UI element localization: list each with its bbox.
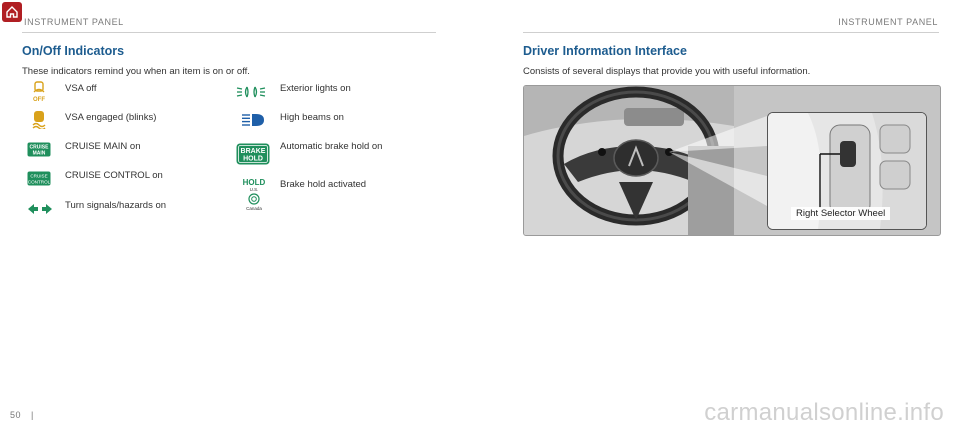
page-number-value: 50 <box>10 410 22 420</box>
exterior-lights-icon <box>236 84 266 100</box>
svg-text:MAIN: MAIN <box>33 151 46 157</box>
right-selector-wheel-callout: Right Selector Wheel <box>791 207 891 220</box>
svg-text:CONTROL: CONTROL <box>28 180 51 185</box>
indicator-label-turn-signals: Turn signals/hazards on <box>65 200 167 211</box>
indicator-label-hold-activated: Brake hold activated <box>280 179 367 190</box>
home-icon <box>6 6 18 18</box>
header-divider-right <box>523 32 939 33</box>
on-off-indicators-subtitle: These indicators remind you when an item… <box>22 66 250 77</box>
svg-text:Canada: Canada <box>246 206 262 211</box>
turn-signal-icon <box>27 203 53 215</box>
on-off-indicators-title: On/Off Indicators <box>22 44 125 58</box>
svg-text:OFF: OFF <box>33 97 45 103</box>
svg-text:U.S.: U.S. <box>250 187 259 192</box>
page-number: 50 | <box>10 410 34 420</box>
header-divider-left <box>22 32 436 33</box>
section-header-left: INSTRUMENT PANEL <box>24 17 124 27</box>
vsa-off-icon: OFF <box>30 81 48 103</box>
home-button[interactable] <box>2 2 22 22</box>
svg-text:HOLD: HOLD <box>243 156 263 163</box>
page-number-separator: | <box>31 410 34 420</box>
indicator-label-cruise-main: CRUISE MAIN on <box>65 141 141 152</box>
vsa-engaged-icon <box>30 109 48 129</box>
indicator-label-vsa-off: VSA off <box>65 83 97 94</box>
cruise-main-icon: CRUISE MAIN <box>27 142 51 157</box>
driver-info-interface-title: Driver Information Interface <box>523 44 687 58</box>
indicator-label-high-beams: High beams on <box>280 112 344 123</box>
driver-info-interface-subtitle: Consists of several displays that provid… <box>523 66 811 77</box>
high-beam-icon <box>241 113 265 127</box>
svg-text:BRAKE: BRAKE <box>241 148 266 155</box>
indicator-label-brake-hold: Automatic brake hold on <box>280 141 383 152</box>
cruise-control-icon: CRUISE CONTROL <box>27 171 51 186</box>
brake-hold-icon: BRAKE HOLD <box>236 143 270 165</box>
svg-text:HOLD: HOLD <box>243 178 266 187</box>
indicator-label-vsa-engaged: VSA engaged (blinks) <box>65 112 157 123</box>
steering-wheel-photo: Right Selector Wheel <box>523 85 941 236</box>
indicator-label-exterior-lights: Exterior lights on <box>280 83 351 94</box>
hold-activated-icon: HOLD U.S. Canada <box>238 177 270 213</box>
indicator-label-cruise-control: CRUISE CONTROL on <box>65 170 163 181</box>
svg-text:CRUISE: CRUISE <box>30 174 47 179</box>
section-header-right: INSTRUMENT PANEL <box>838 17 938 27</box>
watermark: carmanualsonline.info <box>704 399 944 426</box>
